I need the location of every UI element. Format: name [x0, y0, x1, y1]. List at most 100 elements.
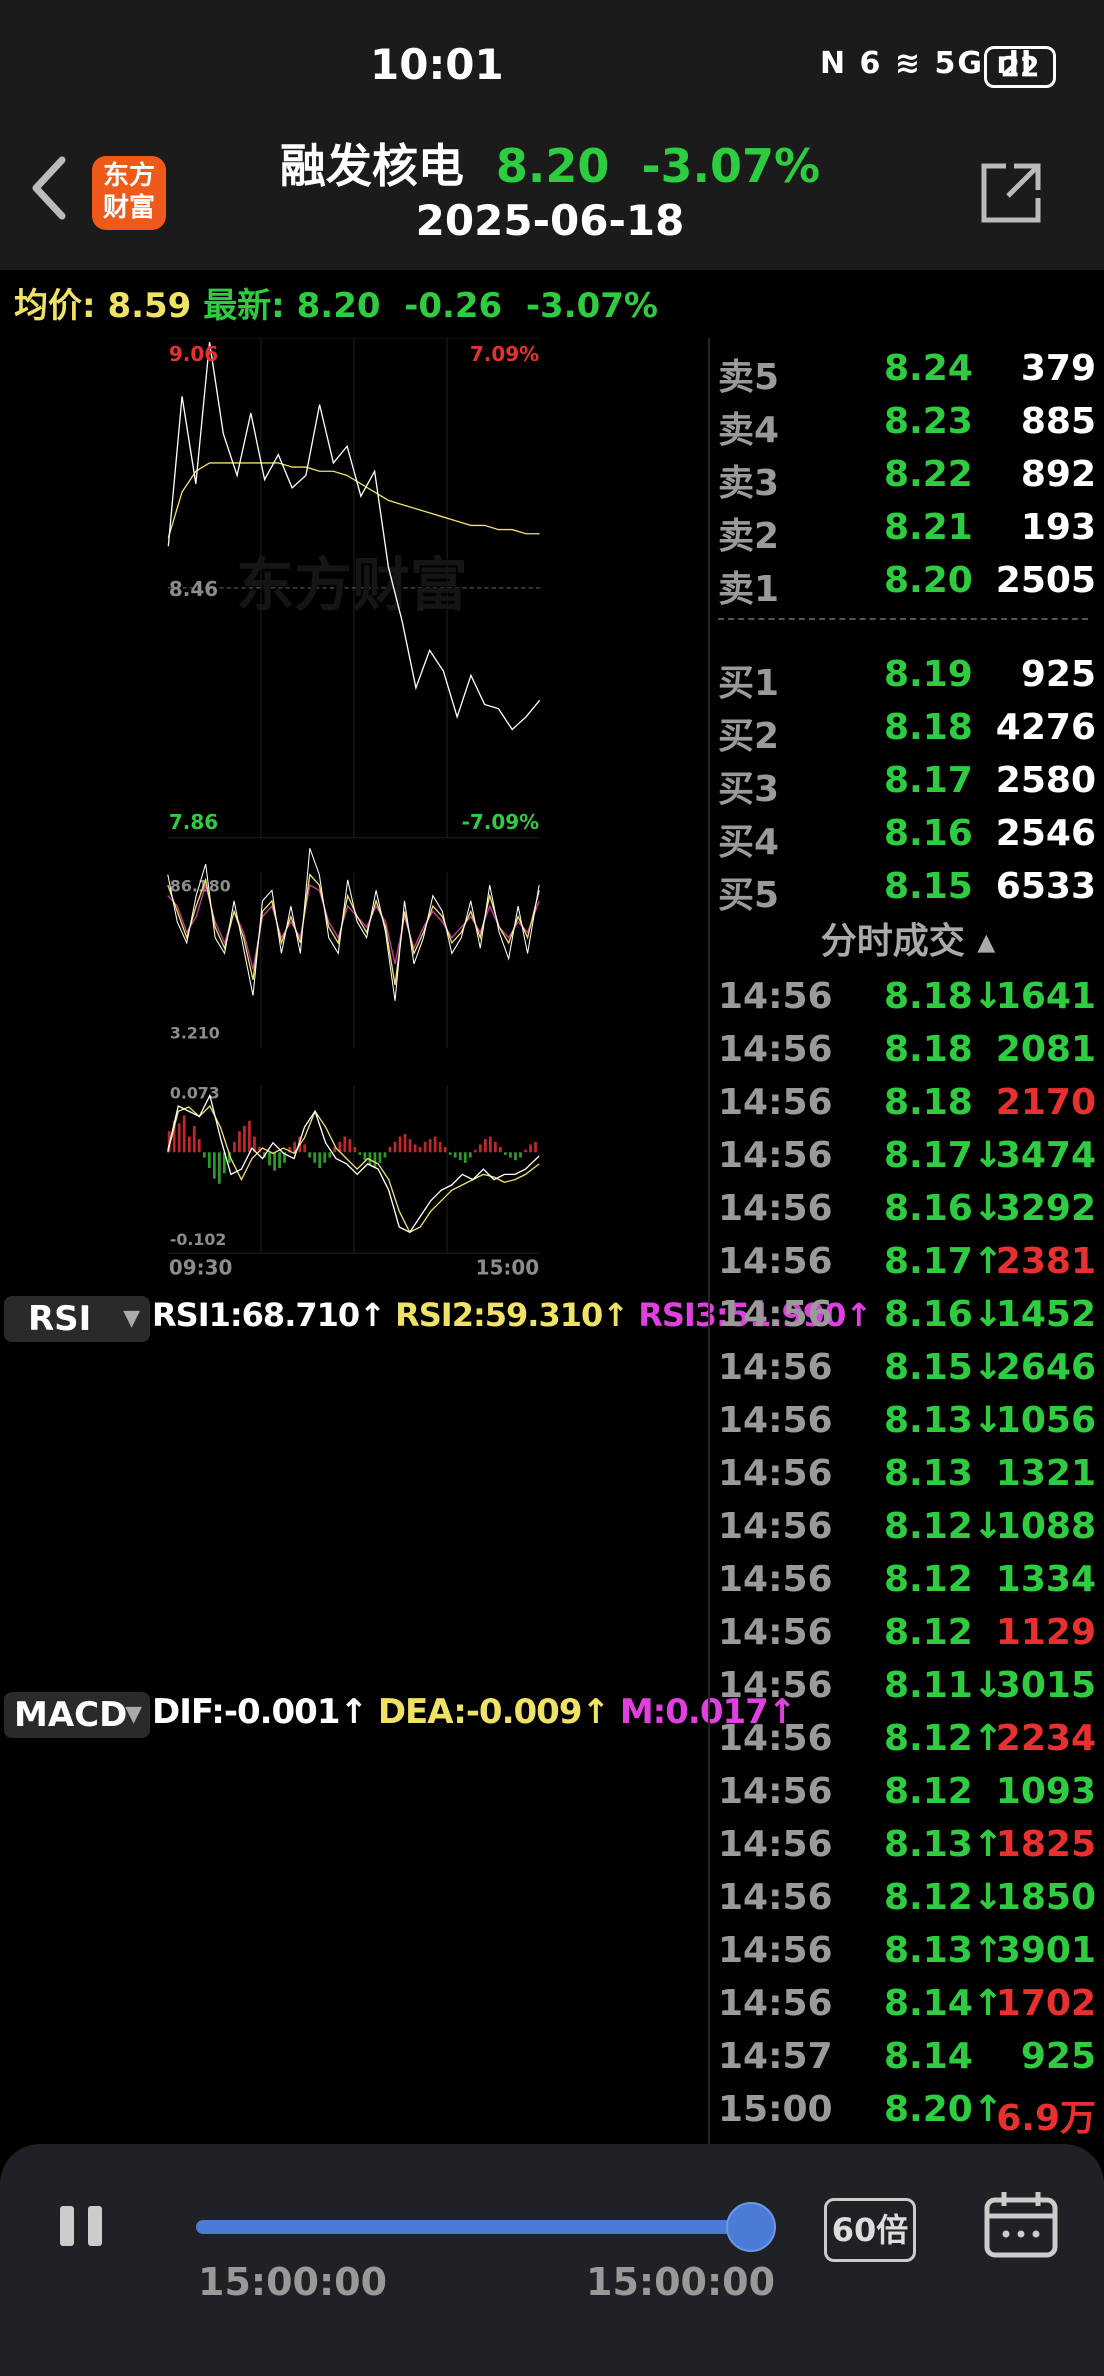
- low-price-label: 7.86: [169, 810, 218, 834]
- playback-end-time: 15:00:00: [586, 2260, 776, 2304]
- macd-bar: [529, 1144, 532, 1153]
- trade-row: 14:56 8.12 1129: [712, 1606, 1104, 1659]
- rsi1-value: RSI1:68.710↑: [152, 1296, 386, 1334]
- macd-indicator-select[interactable]: MACD ▼: [4, 1692, 150, 1738]
- trade-price: 8.16↓: [884, 1188, 1003, 1229]
- macd-bar: [248, 1120, 251, 1153]
- calendar-icon[interactable]: [984, 2190, 1058, 2258]
- macd-bar: [313, 1152, 317, 1163]
- macd-bar: [408, 1139, 412, 1153]
- trade-time: 14:56: [718, 1665, 833, 1706]
- trade-row: 14:57 8.14 925: [712, 2030, 1104, 2083]
- macd-bar: [433, 1136, 437, 1153]
- bid-row-volume: 6533: [995, 866, 1096, 907]
- trades-title[interactable]: 分时成交 ▴: [712, 912, 1104, 964]
- trade-volume: 1129: [995, 1612, 1096, 1653]
- ask-row: 卖5 8.24 379: [712, 342, 1104, 398]
- macd-bar: [323, 1152, 327, 1163]
- trade-volume: 1093: [995, 1771, 1096, 1812]
- trade-time: 14:56: [718, 1294, 833, 1335]
- bid-row-label: 买2: [718, 716, 780, 757]
- trade-time: 14:57: [718, 2036, 833, 2077]
- status-time: 10:01: [370, 40, 504, 89]
- macd-bar: [499, 1147, 502, 1153]
- rsi-indicator-select[interactable]: RSI ▼: [4, 1296, 150, 1342]
- macd-bar: [233, 1141, 236, 1153]
- bid-row-price: 8.19: [884, 654, 973, 695]
- book-divider: [718, 618, 1088, 620]
- trade-row: 14:56 8.17↑ 2381: [712, 1235, 1104, 1288]
- latest-label: 最新:: [203, 286, 285, 326]
- ask-row-volume: 892: [1020, 454, 1096, 495]
- trade-price: 8.12↑: [884, 1718, 1003, 1759]
- trade-price: 8.20↑: [884, 2089, 1003, 2130]
- mid-price-label: 8.46: [169, 577, 218, 601]
- bid-row-volume: 2546: [995, 813, 1096, 854]
- macd-bar: [308, 1152, 312, 1158]
- macd-bar: [403, 1133, 407, 1153]
- trade-price: 8.16↓: [884, 1294, 1003, 1335]
- macd-bar: [353, 1147, 357, 1153]
- trade-price: 8.12: [884, 1771, 973, 1812]
- macd-bar: [212, 1152, 216, 1179]
- price-summary: 均价: 8.59 最新: 8.20 -0.26 -3.07%: [14, 278, 658, 327]
- trade-row: 14:56 8.13↑ 1825: [712, 1818, 1104, 1871]
- battery-icon: 22: [984, 46, 1056, 88]
- high-pct-label: 7.09%: [470, 342, 539, 366]
- progress-track[interactable]: [196, 2220, 750, 2234]
- stock-name: 融发核电: [279, 139, 464, 193]
- macd-bar: [202, 1152, 206, 1158]
- ask-row: 卖4 8.23 885: [712, 395, 1104, 451]
- watermark: 东方财富: [236, 551, 467, 619]
- intraday-chart[interactable]: 东方财富 9.06 7.09% 8.46 7.86 -7.09% 86.180 …: [0, 338, 708, 1288]
- trade-time: 14:56: [718, 1930, 833, 1971]
- macd-bar: [478, 1144, 482, 1153]
- macd-bar: [418, 1147, 422, 1153]
- macd-bar: [373, 1152, 377, 1169]
- ask-row-volume: 379: [1020, 348, 1096, 389]
- macd-bar: [463, 1152, 467, 1163]
- macd-values: DIF:-0.001↑ DEA:-0.009↑ M:0.017↑: [152, 1692, 796, 1732]
- macd-bar: [438, 1141, 442, 1153]
- macd-bottom-label: -0.102: [170, 1230, 226, 1249]
- trade-row: 14:56 8.12↑ 2234: [712, 1712, 1104, 1765]
- ask-row: 卖2 8.21 193: [712, 501, 1104, 557]
- back-icon[interactable]: [24, 150, 84, 230]
- latest-change-pct: -3.07%: [525, 286, 658, 326]
- macd-bar: [524, 1149, 527, 1153]
- trade-time: 14:56: [718, 1453, 833, 1494]
- ask-row-volume: 2505: [995, 560, 1096, 601]
- macd-bar: [187, 1136, 191, 1153]
- macd-bar: [243, 1125, 246, 1153]
- share-icon[interactable]: [978, 160, 1044, 226]
- trade-price: 8.14: [884, 2036, 973, 2077]
- macd-bar: [268, 1152, 271, 1166]
- bid-row-price: 8.15: [884, 866, 973, 907]
- trade-price: 8.12↓: [884, 1506, 1003, 1547]
- macd-bar: [458, 1152, 462, 1161]
- macd-bar: [197, 1139, 201, 1153]
- trade-volume: 2646: [995, 1347, 1096, 1388]
- macd-bar: [388, 1147, 392, 1153]
- logo-line1: 东方: [102, 161, 155, 191]
- trade-price: 8.13↓: [884, 1400, 1003, 1441]
- trade-volume: 1088: [995, 1506, 1096, 1547]
- trade-price: 8.14↑: [884, 1983, 1003, 2024]
- bid-row-label: 买5: [718, 875, 780, 916]
- app-logo: 东方 财富: [92, 156, 166, 230]
- trade-row: 15:00 8.20↑ 6.9万: [712, 2083, 1104, 2139]
- pause-icon[interactable]: [58, 2206, 108, 2246]
- macd-bar: [383, 1152, 387, 1158]
- trade-price: 8.13↑: [884, 1824, 1003, 1865]
- time-end-label: 15:00: [476, 1255, 540, 1279]
- progress-handle[interactable]: [726, 2202, 776, 2252]
- trade-time: 14:56: [718, 1029, 833, 1070]
- macd-bar: [468, 1152, 472, 1158]
- speed-button[interactable]: 60倍: [824, 2198, 916, 2262]
- macd-bar: [217, 1152, 221, 1184]
- trade-row: 14:56 8.12↓ 1088: [712, 1500, 1104, 1553]
- trade-volume: 2170: [995, 1082, 1096, 1123]
- bid-row-label: 买4: [718, 822, 780, 863]
- rsi-bottom-label: 3.210: [170, 1024, 220, 1043]
- chevron-down-icon: ▼: [123, 1306, 140, 1331]
